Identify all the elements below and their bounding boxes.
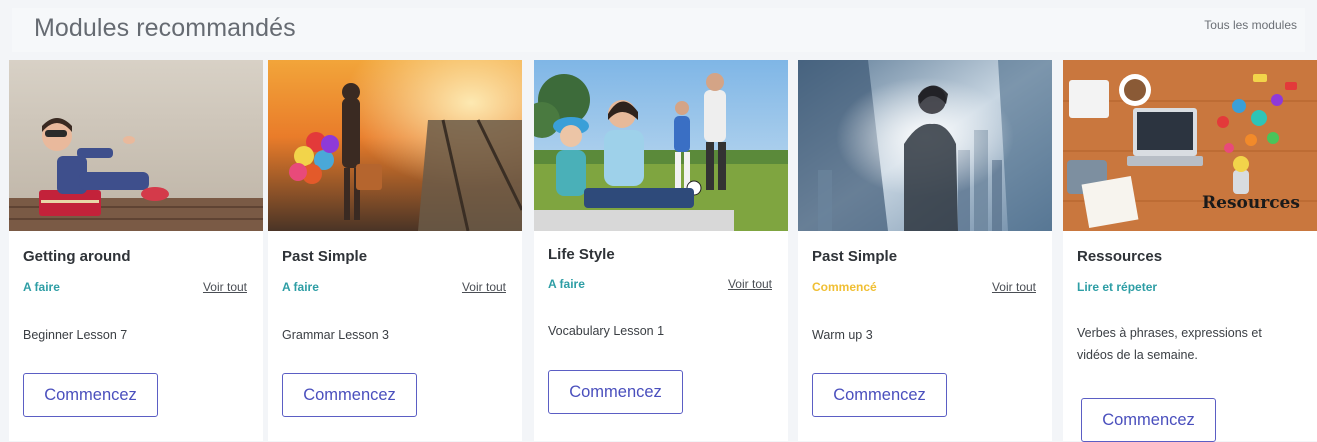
- module-status: Lire et répeter: [1077, 280, 1158, 294]
- module-title: Ressources: [1077, 248, 1163, 265]
- module-card[interactable]: Past Simple A faire Voir tout Grammar Le…: [268, 60, 522, 441]
- view-all-link[interactable]: Voir tout: [203, 280, 247, 294]
- start-button[interactable]: Commencez: [282, 373, 417, 417]
- module-title: Past Simple: [812, 248, 898, 265]
- module-title: Past Simple: [282, 248, 368, 265]
- start-button[interactable]: Commencez: [548, 370, 683, 414]
- all-modules-link[interactable]: Tous les modules: [1204, 18, 1297, 32]
- module-card[interactable]: Life Style A faire Voir tout Vocabulary …: [534, 60, 788, 441]
- module-description: Grammar Lesson 3: [282, 328, 389, 342]
- module-status: Commencé: [812, 280, 877, 294]
- start-button[interactable]: Commencez: [23, 373, 158, 417]
- view-all-link[interactable]: Voir tout: [728, 277, 772, 291]
- start-button[interactable]: Commencez: [1081, 398, 1216, 442]
- image-caption: Resources: [1202, 193, 1300, 213]
- module-card[interactable]: Resources Ressources Lire et répeter Ver…: [1063, 60, 1317, 442]
- section-header: Modules recommandés Tous les modules: [12, 8, 1305, 52]
- module-image: [534, 60, 788, 231]
- module-description: Vocabulary Lesson 1: [548, 324, 665, 338]
- module-image: [798, 60, 1052, 231]
- module-description: Beginner Lesson 7: [23, 328, 128, 342]
- module-card[interactable]: Past Simple Commencé Voir tout Warm up 3…: [798, 60, 1052, 441]
- module-status: A faire: [548, 277, 585, 291]
- module-image: [9, 60, 263, 231]
- module-description: Verbes à phrases, expressions et vidéos …: [1077, 326, 1262, 362]
- module-status: A faire: [23, 280, 60, 294]
- start-button[interactable]: Commencez: [812, 373, 947, 417]
- module-card[interactable]: Getting around A faire Voir tout Beginne…: [9, 60, 263, 441]
- module-title: Life Style: [548, 246, 615, 263]
- module-title: Getting around: [23, 248, 131, 265]
- view-all-link[interactable]: Voir tout: [992, 280, 1036, 294]
- section-title: Modules recommandés: [34, 14, 296, 42]
- module-description: Warm up 3: [812, 328, 873, 342]
- module-image: [268, 60, 522, 231]
- view-all-link[interactable]: Voir tout: [462, 280, 506, 294]
- module-image: Resources: [1063, 60, 1317, 231]
- module-status: A faire: [282, 280, 319, 294]
